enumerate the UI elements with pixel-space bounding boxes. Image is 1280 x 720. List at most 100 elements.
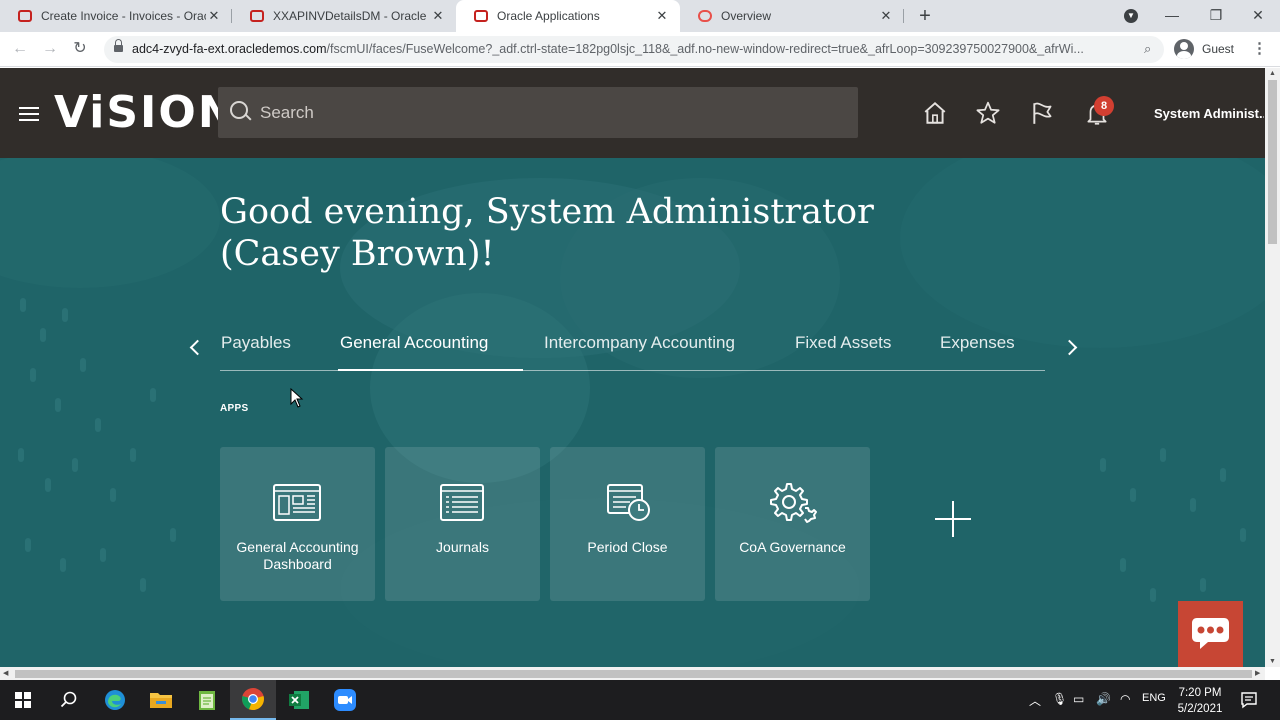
- windows-taskbar: ︿ 🎙 ▭ 🔊 ◠ ENG 7:20 PM 5/2/2021: [0, 680, 1280, 720]
- zoom-app-icon: [334, 689, 356, 711]
- action-center-icon[interactable]: [1240, 691, 1258, 709]
- home-icon[interactable]: [922, 100, 948, 126]
- volume-icon[interactable]: 🔊: [1096, 692, 1111, 706]
- watchlist-flag-icon[interactable]: [1030, 100, 1056, 126]
- close-icon[interactable]: ✕: [878, 8, 894, 24]
- search-icon: [60, 691, 77, 708]
- address-bar[interactable]: adc4-zvyd-fa-ext.oraclede­mos.com/fscmUI…: [104, 36, 1164, 63]
- zoom-icon[interactable]: ⌕: [1144, 41, 1151, 57]
- overview-favicon-icon: [698, 10, 712, 22]
- lock-icon: [114, 39, 123, 54]
- tab-search-icon[interactable]: ▼: [1124, 9, 1138, 23]
- edge-browser-icon: [105, 690, 125, 710]
- oracle-favicon-icon: [18, 10, 32, 22]
- gears-icon: [770, 483, 817, 523]
- tray-overflow-chevron-icon[interactable]: ︿: [1029, 692, 1041, 709]
- scroll-down-arrow-icon[interactable]: ▼: [1268, 658, 1277, 665]
- app-tile-label: Period Close: [587, 539, 668, 555]
- tab-expenses[interactable]: Expenses: [940, 333, 1015, 353]
- active-tab-indicator: [338, 369, 523, 371]
- battery-icon[interactable]: ▭: [1073, 692, 1084, 706]
- app-tile-general-accounting-dashboard[interactable]: General Accounting Dashboard: [220, 447, 375, 601]
- taskbar-notepad[interactable]: [184, 680, 230, 720]
- tab-payables[interactable]: Payables: [221, 333, 291, 353]
- taskbar-search-button[interactable]: [46, 680, 92, 720]
- reload-button[interactable]: ↻: [70, 39, 90, 59]
- app-tile-coa-governance[interactable]: CoA Governance: [715, 447, 870, 601]
- wifi-icon[interactable]: ◠: [1120, 692, 1130, 706]
- vision-logo[interactable]: ViSION: [54, 87, 237, 138]
- profile-label: Guest: [1202, 42, 1235, 56]
- forward-button[interactable]: →: [40, 39, 60, 59]
- browser-tab-overview[interactable]: Overview ✕: [680, 0, 904, 32]
- profile-button[interactable]: Guest: [1174, 38, 1234, 60]
- app-header: ViSION Search: [0, 68, 1265, 158]
- apps-section-label: APPS: [220, 403, 249, 414]
- add-app-plus-icon[interactable]: [935, 501, 971, 537]
- browser-tab-strip: Create Invoice - Invoices - Oracle ✕ XXA…: [0, 0, 1280, 32]
- restore-button[interactable]: ❐: [1194, 0, 1238, 32]
- horizontal-scrollbar[interactable]: ◀ ▶: [0, 667, 1265, 680]
- tab-general-accounting[interactable]: General Accounting: [340, 333, 488, 353]
- search-icon: [230, 101, 252, 123]
- springboard-area: Good evening, System Administrator (Case…: [0, 158, 1265, 667]
- chevron-left-icon[interactable]: [186, 336, 206, 360]
- language-indicator[interactable]: ENG: [1142, 692, 1166, 704]
- minimize-button[interactable]: —: [1150, 0, 1194, 32]
- mouse-cursor-icon: [290, 388, 304, 408]
- app-tile-period-close[interactable]: Period Close: [550, 447, 705, 601]
- excel-icon: [289, 691, 309, 709]
- url-text[interactable]: adc4-zvyd-fa-ext.oraclede­mos.com/fscmUI…: [132, 42, 1124, 56]
- user-menu[interactable]: System Administ...: [1154, 106, 1264, 121]
- browser-toolbar: ← → ↻ adc4-zvyd-fa-ext.oraclede­mos.com/…: [0, 32, 1280, 67]
- app-tile-label: Journals: [436, 539, 489, 555]
- taskbar-zoom[interactable]: [322, 680, 368, 720]
- global-search-field[interactable]: Search: [218, 87, 858, 138]
- scrollbar-thumb[interactable]: [1268, 80, 1277, 244]
- browser-tab-oracle-applications[interactable]: Oracle Applications ✕: [456, 0, 680, 32]
- notepad-icon: [199, 691, 215, 710]
- vertical-scrollbar[interactable]: ▲ ▼: [1265, 68, 1280, 667]
- browser-tab-bi-publisher[interactable]: XXAPINVDetailsDM - Oracle BI P ✕: [232, 0, 456, 32]
- app-tile-label: CoA Governance: [739, 539, 846, 555]
- app-tile-label: General Accounting Dashboard: [236, 539, 359, 572]
- browser-tab-title: Oracle Applications: [497, 9, 600, 23]
- digital-assistant-button[interactable]: [1178, 601, 1243, 667]
- window-close-button[interactable]: ✕: [1236, 0, 1280, 32]
- close-icon[interactable]: ✕: [206, 8, 222, 24]
- tab-fixed-assets[interactable]: Fixed Assets: [795, 333, 891, 353]
- browser-tab-title: Create Invoice - Invoices - Oracle: [41, 9, 206, 23]
- browser-menu-icon[interactable]: ⋮: [1252, 40, 1267, 58]
- browser-tab-title: Overview: [721, 9, 772, 23]
- browser-tab-create-invoice[interactable]: Create Invoice - Invoices - Oracle ✕: [0, 0, 232, 32]
- back-button[interactable]: ←: [10, 39, 30, 59]
- journals-icon: [440, 484, 484, 521]
- close-icon[interactable]: ✕: [430, 8, 446, 24]
- windows-logo-icon: [15, 692, 31, 708]
- close-icon[interactable]: ✕: [654, 8, 670, 24]
- clock-date: 5/2/2021: [1177, 703, 1223, 715]
- folder-icon: [150, 693, 172, 708]
- chevron-right-icon[interactable]: [1062, 336, 1082, 360]
- start-button[interactable]: [0, 680, 46, 720]
- taskbar-chrome[interactable]: [230, 680, 276, 720]
- microphone-icon[interactable]: 🎙: [1052, 692, 1067, 706]
- taskbar-edge[interactable]: [92, 680, 138, 720]
- favorites-star-icon[interactable]: [975, 100, 1001, 126]
- tab-intercompany-accounting[interactable]: Intercompany Accounting: [544, 333, 735, 353]
- hamburger-menu-icon[interactable]: [19, 107, 39, 121]
- scroll-left-arrow-icon[interactable]: ◀: [3, 669, 8, 677]
- taskbar-clock[interactable]: 7:20 PM 5/2/2021: [1170, 685, 1230, 717]
- scroll-right-arrow-icon[interactable]: ▶: [1255, 669, 1260, 677]
- new-tab-button[interactable]: +: [914, 4, 936, 28]
- scroll-up-arrow-icon[interactable]: ▲: [1268, 70, 1277, 77]
- chrome-browser-icon: [242, 688, 264, 711]
- app-tile-journals[interactable]: Journals: [385, 447, 540, 601]
- dashboard-icon: [273, 484, 321, 521]
- notification-count-badge: 8: [1094, 96, 1114, 116]
- scrollbar-thumb[interactable]: [15, 670, 1252, 678]
- taskbar-excel[interactable]: [276, 680, 322, 720]
- clock-time: 7:20 PM: [1178, 687, 1222, 699]
- chat-bubble-icon: [1192, 618, 1229, 649]
- taskbar-file-explorer[interactable]: [138, 680, 184, 720]
